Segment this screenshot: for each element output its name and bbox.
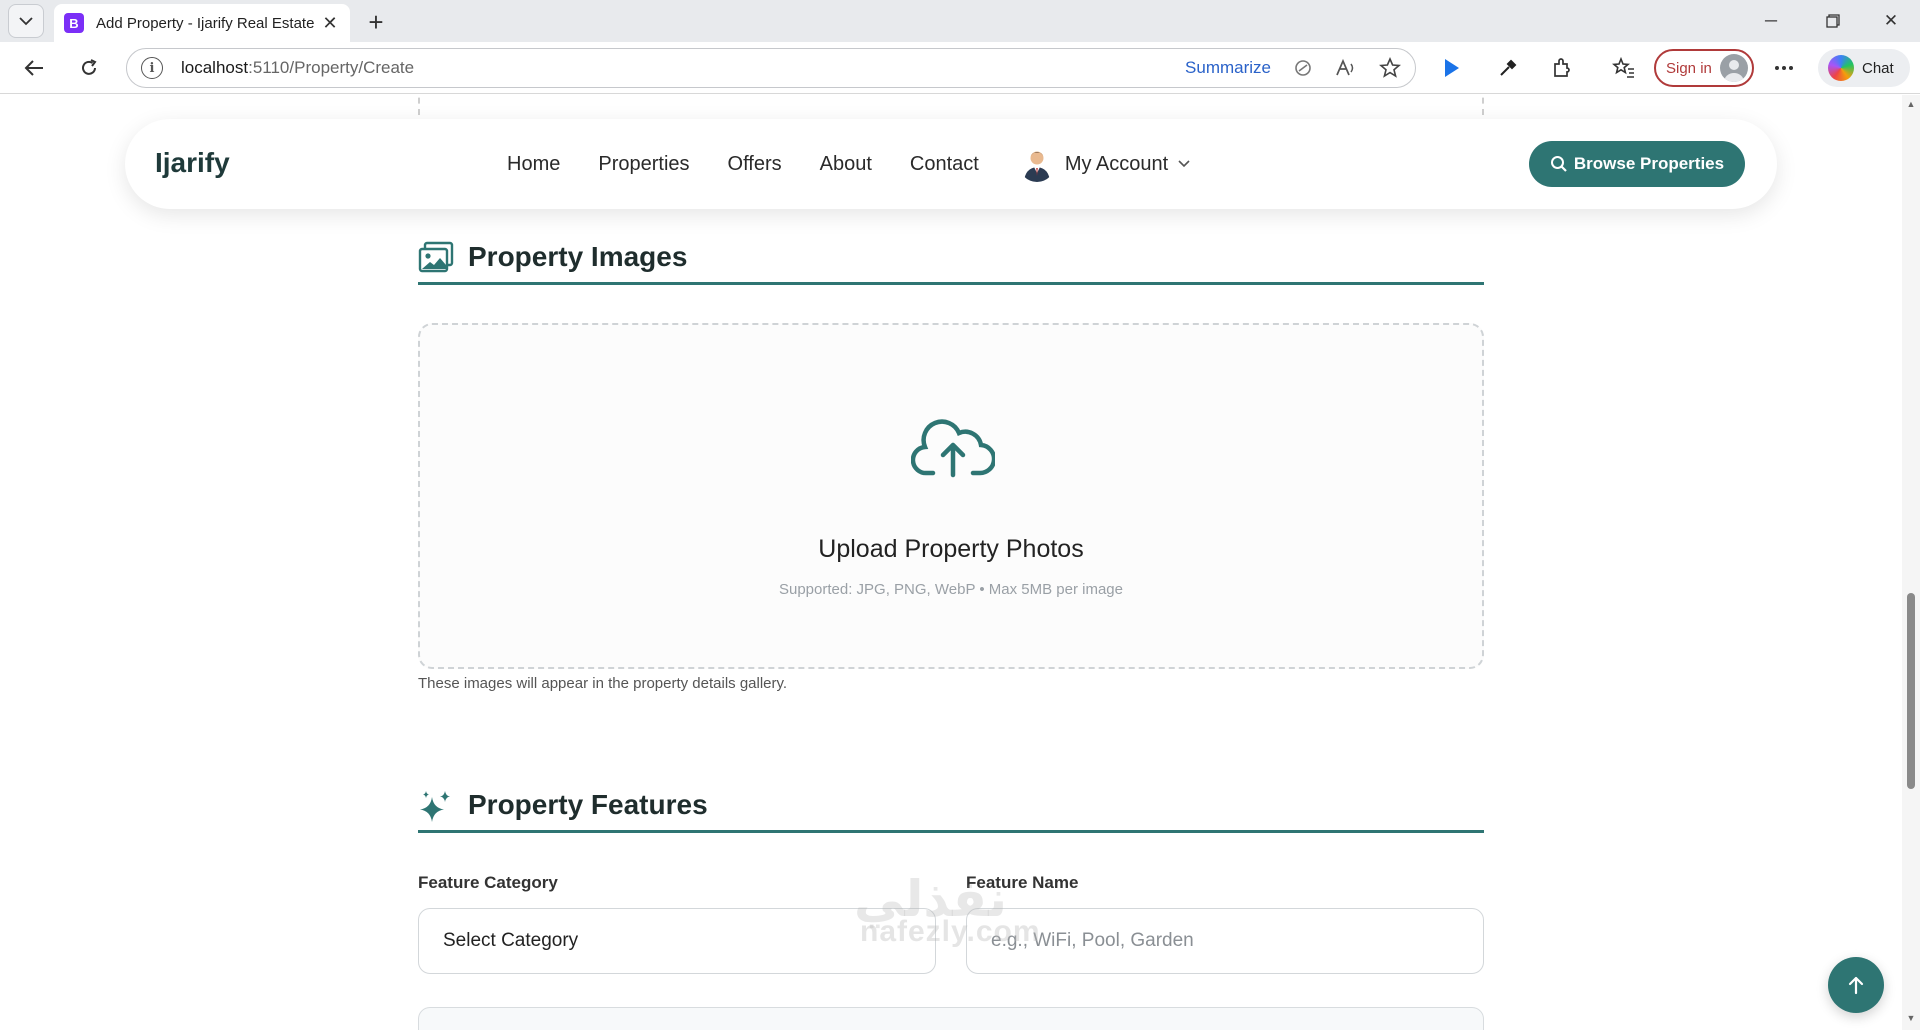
sign-in-button[interactable]: Sign in (1654, 49, 1754, 87)
scroll-to-top-button[interactable] (1828, 957, 1884, 1013)
images-icon (418, 241, 454, 273)
favorites-icon[interactable] (1608, 52, 1640, 84)
browser-tab-active[interactable]: B Add Property - Ijarify Real Estate ✕ (54, 4, 350, 42)
browser-toolbar: i localhost :5110/Property/Create Summar… (0, 42, 1920, 94)
sparkles-icon (420, 791, 450, 822)
photo-upload-dropzone[interactable]: Upload Property Photos Supported: JPG, P… (418, 323, 1484, 669)
sign-in-label: Sign in (1666, 59, 1712, 77)
my-account-dropdown[interactable]: My Account (1018, 146, 1190, 182)
user-avatar (1018, 146, 1055, 182)
chevron-down-icon (19, 17, 33, 26)
copilot-summarize-icon[interactable] (1293, 58, 1313, 78)
brand-logo[interactable]: Ijarify (155, 147, 230, 179)
property-features-header: Property Features (418, 777, 1484, 833)
upload-hint: Supported: JPG, PNG, WebP • Max 5MB per … (778, 581, 1123, 598)
summarize-button[interactable]: Summarize (1185, 58, 1271, 78)
scroll-down-arrow-icon[interactable]: ▼ (1906, 1013, 1916, 1023)
feature-category-label: Feature Category (418, 873, 558, 892)
more-options-icon[interactable] (1768, 52, 1800, 84)
eyedropper-icon[interactable] (1492, 52, 1524, 84)
property-features-title: Property Features (468, 789, 708, 820)
address-bar[interactable]: i localhost :5110/Property/Create Summar… (126, 48, 1416, 88)
property-images-title: Property Images (468, 241, 688, 272)
arrow-up-icon (1848, 976, 1864, 995)
upload-title: Upload Property Photos (818, 535, 1084, 563)
property-images-header: Property Images (418, 229, 1484, 285)
browse-properties-button[interactable]: Browse Properties (1529, 141, 1745, 187)
tab-list-button[interactable] (8, 4, 44, 38)
bootstrap-favicon-icon: B (64, 13, 84, 33)
close-tab-icon[interactable]: ✕ (320, 13, 340, 34)
tab-title: Add Property - Ijarify Real Estate (96, 14, 315, 32)
profile-avatar-icon (1720, 54, 1748, 82)
extensions-puzzle-icon[interactable] (1546, 52, 1578, 84)
nav-link-home[interactable]: Home (507, 153, 560, 176)
new-tab-button[interactable]: + (360, 6, 392, 38)
nav-link-offers[interactable]: Offers (728, 153, 782, 176)
nav-link-properties[interactable]: Properties (598, 153, 689, 176)
url-host: localhost (181, 58, 249, 77)
copilot-logo-icon (1828, 55, 1854, 81)
chat-label: Chat (1862, 59, 1894, 77)
minimize-icon[interactable]: ─ (1748, 6, 1794, 36)
nav-links: Home Properties Offers About Contact My … (507, 119, 1190, 209)
play-extension-icon[interactable] (1436, 52, 1468, 84)
scrollbar-thumb[interactable] (1907, 593, 1915, 789)
reload-icon[interactable] (73, 52, 105, 84)
next-field-edge (418, 1007, 1484, 1030)
scroll-up-arrow-icon[interactable]: ▲ (1906, 99, 1916, 109)
back-arrow-icon[interactable] (18, 52, 50, 84)
gallery-note: These images will appear in the property… (418, 675, 788, 692)
nav-link-contact[interactable]: Contact (910, 153, 979, 176)
copilot-chat-button[interactable]: Chat (1818, 49, 1910, 87)
chevron-down-icon (1178, 160, 1190, 168)
site-navbar: Ijarify Home Properties Offers About Con… (125, 119, 1777, 209)
previous-section-edge (418, 95, 1484, 115)
page-scrollbar[interactable]: ▲ ▼ (1902, 95, 1920, 1030)
page-viewport: Ijarify Home Properties Offers About Con… (0, 95, 1902, 1030)
url-path: :5110/Property/Create (248, 58, 415, 77)
my-account-label: My Account (1064, 152, 1169, 175)
cloud-upload-icon (911, 419, 995, 478)
favorite-star-icon[interactable] (1379, 57, 1401, 79)
browse-properties-label: Browse Properties (1573, 154, 1725, 173)
close-window-icon[interactable]: ✕ (1868, 6, 1914, 36)
read-aloud-icon[interactable] (1335, 58, 1357, 78)
site-info-icon[interactable]: i (141, 57, 163, 79)
browser-tab-bar: B Add Property - Ijarify Real Estate ✕ +… (0, 0, 1920, 42)
feature-name-input[interactable]: e.g., WiFi, Pool, Garden (966, 908, 1484, 974)
watermark-text: nafezly.com (860, 915, 1041, 948)
nav-link-about[interactable]: About (820, 153, 872, 176)
search-icon (1550, 156, 1567, 172)
restore-icon[interactable] (1810, 6, 1856, 36)
